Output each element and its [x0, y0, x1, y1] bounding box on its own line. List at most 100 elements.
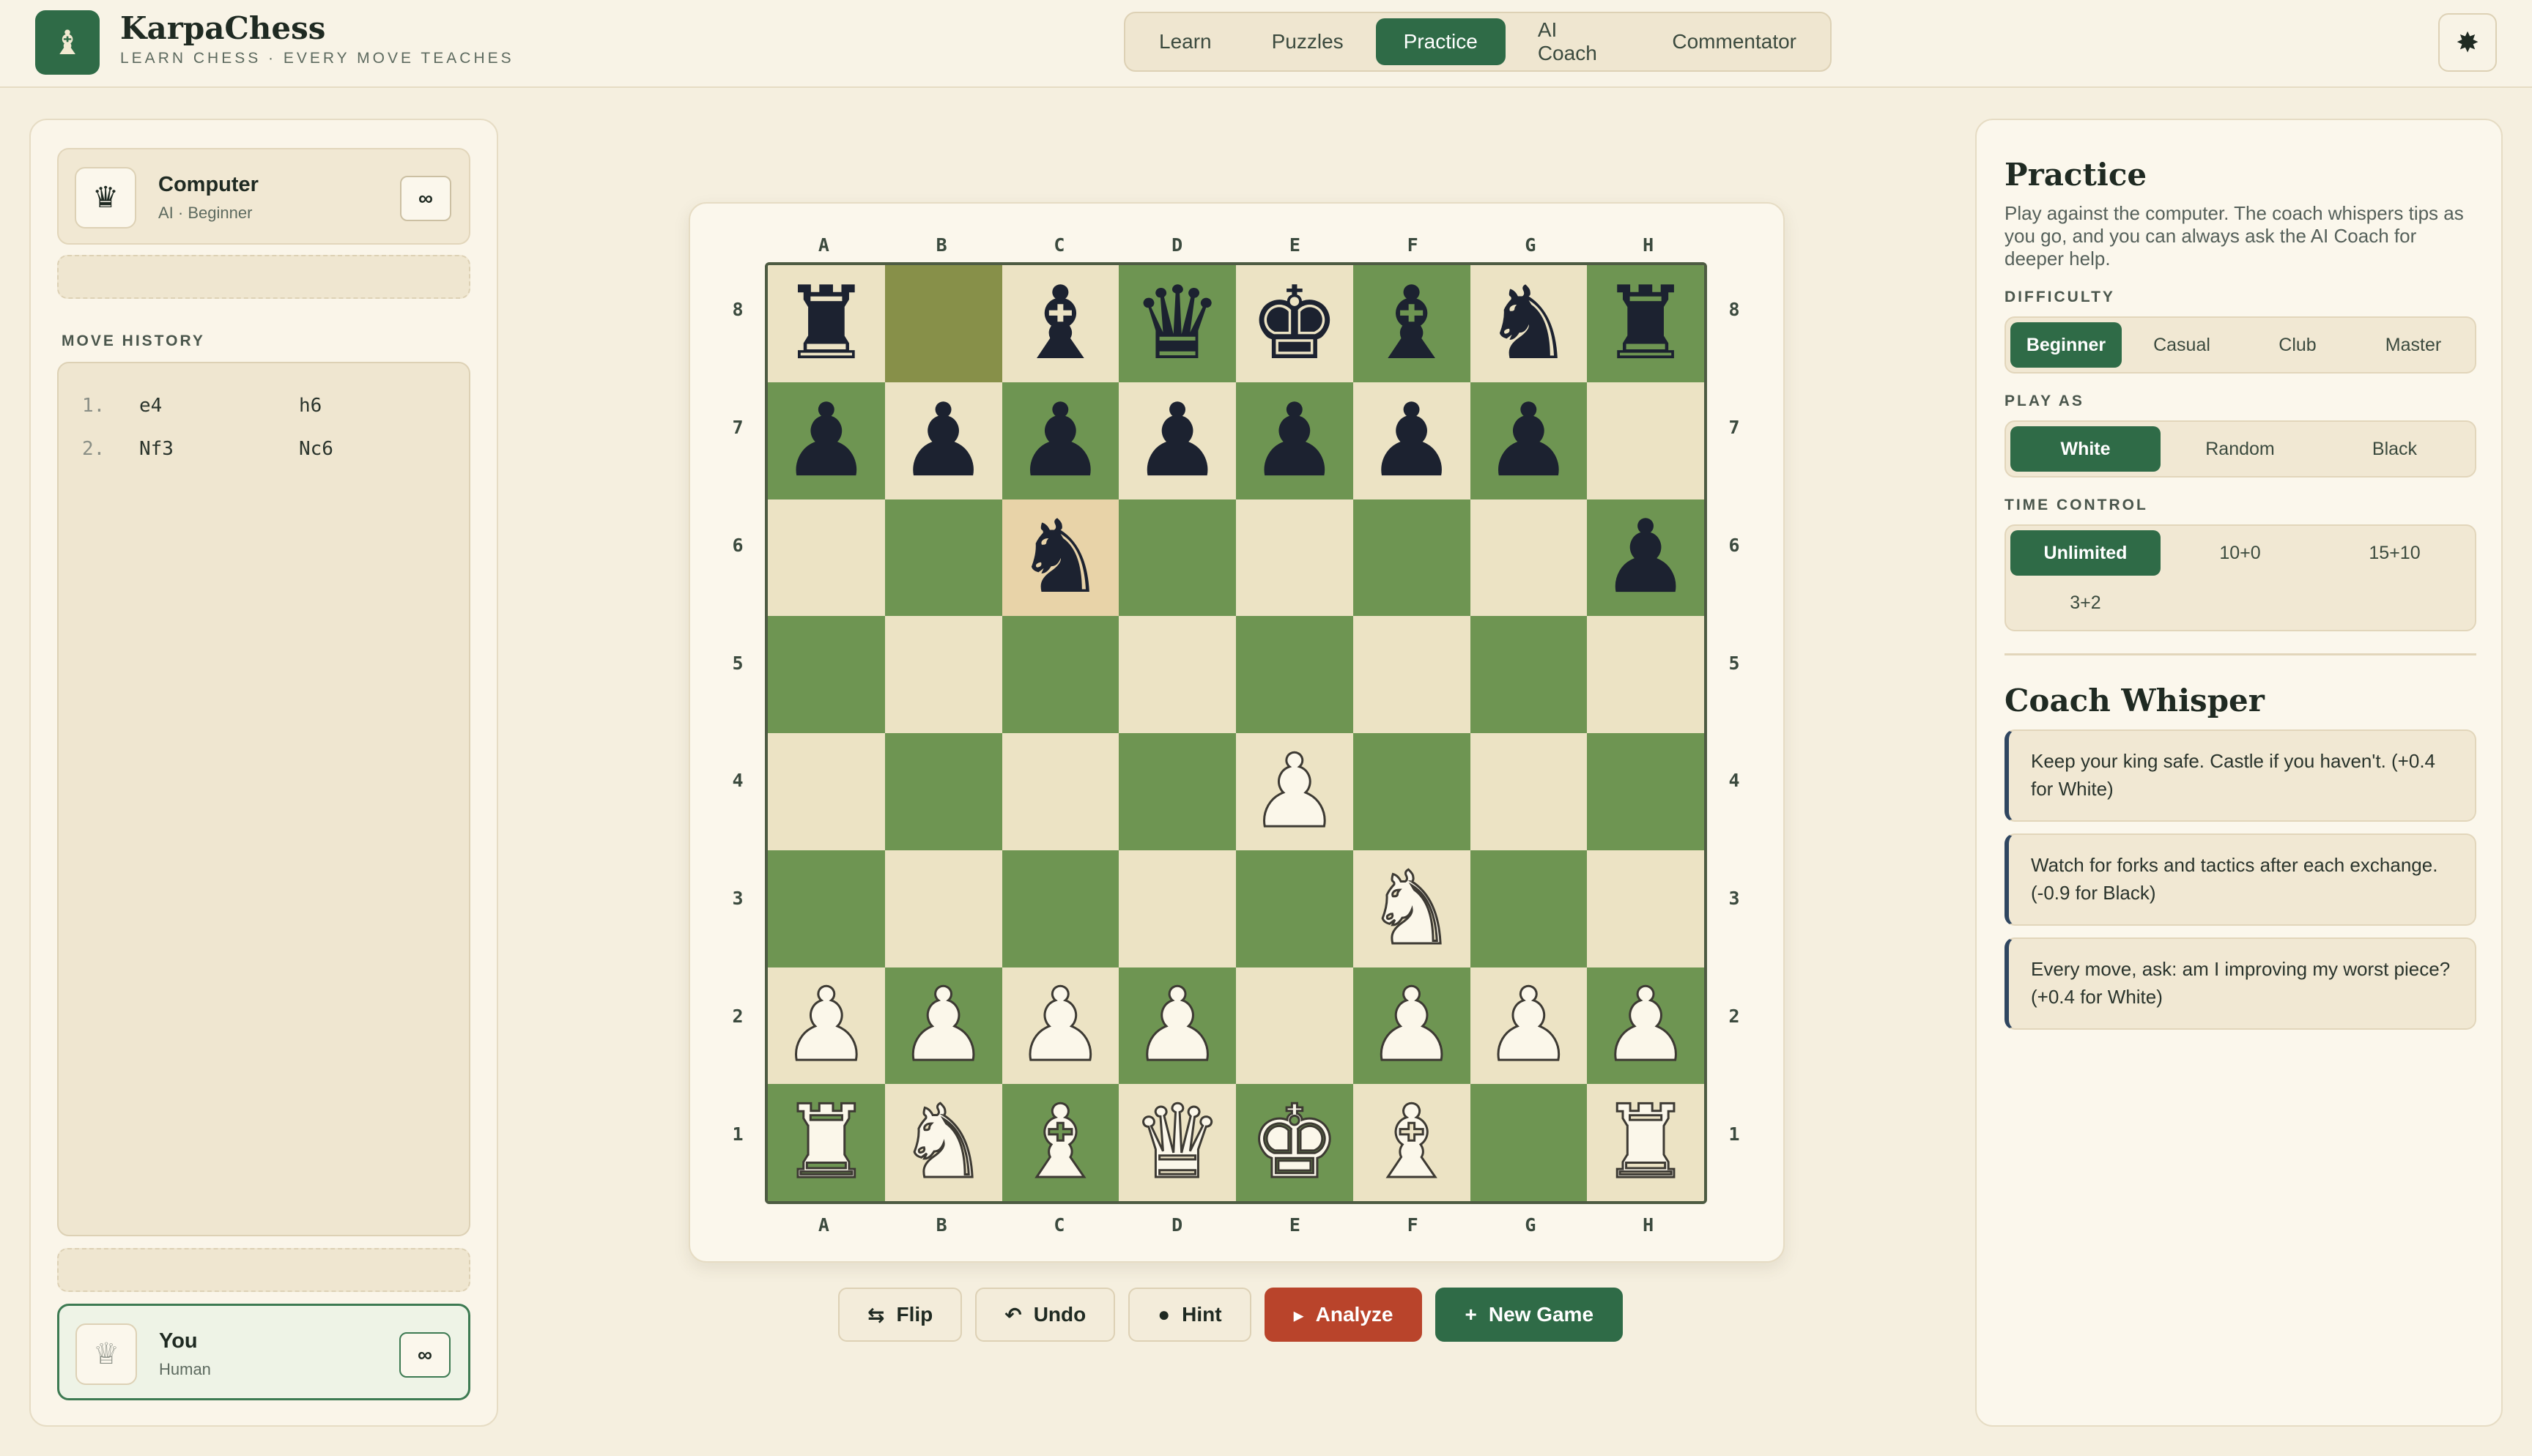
white-pawn-icon[interactable]: ♟: [1599, 974, 1692, 1077]
square-g3[interactable]: [1470, 850, 1588, 967]
square-b7[interactable]: ♟: [884, 382, 1002, 499]
square-d8[interactable]: ♛: [1119, 265, 1236, 382]
square-d4[interactable]: [1119, 733, 1236, 850]
square-c1[interactable]: ♝: [1002, 1084, 1119, 1201]
square-g8[interactable]: ♞: [1470, 265, 1588, 382]
square-f6[interactable]: [1352, 499, 1470, 617]
black-knight-icon[interactable]: ♞: [1015, 507, 1106, 608]
square-f1[interactable]: ♝: [1352, 1084, 1470, 1201]
bishop-logo-icon[interactable]: ♝: [35, 10, 100, 75]
square-f5[interactable]: [1352, 616, 1470, 733]
square-f7[interactable]: ♟: [1352, 382, 1470, 499]
square-e8[interactable]: ♚: [1236, 265, 1353, 382]
square-e2[interactable]: [1236, 967, 1353, 1085]
square-e4[interactable]: ♟: [1236, 733, 1353, 850]
tab-ai-coach[interactable]: AI Coach: [1510, 18, 1640, 65]
square-h4[interactable]: [1587, 733, 1704, 850]
square-c5[interactable]: [1002, 616, 1119, 733]
square-g5[interactable]: [1470, 616, 1588, 733]
square-h5[interactable]: [1587, 616, 1704, 733]
time-10-0[interactable]: 10+0: [2165, 530, 2315, 576]
white-pawn-icon[interactable]: ♟: [897, 974, 990, 1077]
black-move[interactable]: h6: [299, 395, 322, 417]
difficulty-master[interactable]: Master: [2358, 322, 2469, 368]
tab-practice[interactable]: Practice: [1375, 18, 1506, 65]
play-as-white[interactable]: White: [2010, 426, 2161, 472]
move-history-list[interactable]: 1. e4 h6 2. Nf3 Nc6: [57, 362, 470, 1236]
white-rook-icon[interactable]: ♜: [780, 1091, 873, 1195]
play-as-black[interactable]: Black: [2320, 426, 2470, 472]
square-d5[interactable]: [1119, 616, 1236, 733]
square-c2[interactable]: ♟: [1002, 967, 1119, 1085]
play-as-random[interactable]: Random: [2165, 426, 2315, 472]
white-king-icon[interactable]: ♚: [1248, 1091, 1341, 1195]
square-f4[interactable]: [1352, 733, 1470, 850]
time-15-10[interactable]: 15+10: [2320, 530, 2470, 576]
new-game-button[interactable]: + New Game: [1435, 1288, 1624, 1342]
square-h1[interactable]: ♜: [1587, 1084, 1704, 1201]
black-king-icon[interactable]: ♚: [1249, 273, 1340, 374]
square-a8[interactable]: ♜: [768, 265, 885, 382]
white-pawn-icon[interactable]: ♟: [780, 974, 873, 1077]
time-unlimited[interactable]: Unlimited: [2010, 530, 2161, 576]
square-g7[interactable]: ♟: [1470, 382, 1588, 499]
square-a1[interactable]: ♜: [768, 1084, 885, 1201]
black-bishop-icon[interactable]: ♝: [1015, 273, 1106, 374]
white-pawn-icon[interactable]: ♟: [1014, 974, 1107, 1077]
square-c3[interactable]: [1002, 850, 1119, 967]
black-pawn-icon[interactable]: ♟: [1015, 390, 1106, 491]
white-pawn-icon[interactable]: ♟: [1248, 740, 1341, 843]
square-c4[interactable]: [1002, 733, 1119, 850]
white-pawn-icon[interactable]: ♟: [1365, 974, 1458, 1077]
flip-button[interactable]: ⇆ Flip: [838, 1288, 963, 1342]
white-knight-icon[interactable]: ♞: [897, 1091, 990, 1195]
square-h7[interactable]: [1587, 382, 1704, 499]
black-queen-icon[interactable]: ♛: [1132, 273, 1223, 374]
undo-button[interactable]: ↶ Undo: [975, 1288, 1116, 1342]
black-bishop-icon[interactable]: ♝: [1366, 273, 1457, 374]
tab-puzzles[interactable]: Puzzles: [1244, 18, 1372, 65]
square-f3[interactable]: ♞: [1352, 850, 1470, 967]
white-pawn-icon[interactable]: ♟: [1131, 974, 1224, 1077]
move-row[interactable]: 2. Nf3 Nc6: [82, 427, 469, 470]
white-pawn-icon[interactable]: ♟: [1482, 974, 1575, 1077]
square-b5[interactable]: [884, 616, 1002, 733]
square-e3[interactable]: [1236, 850, 1353, 967]
square-c6[interactable]: ♞: [1002, 499, 1119, 617]
square-g2[interactable]: ♟: [1470, 967, 1588, 1085]
black-rook-icon[interactable]: ♜: [781, 273, 872, 374]
square-a4[interactable]: [768, 733, 885, 850]
square-a5[interactable]: [768, 616, 885, 733]
square-h6[interactable]: ♟: [1587, 499, 1704, 617]
square-a7[interactable]: ♟: [768, 382, 885, 499]
black-pawn-icon[interactable]: ♟: [1249, 390, 1340, 491]
chess-board[interactable]: ♜ ♝ ♛ ♚ ♝ ♞ ♜ ♟ ♟ ♟ ♟ ♟ ♟ ♟ ♞ ♟ ♟ ♞ ♟ ♟ ♟ ♟ ♟ ♟ ♟ ♜ ♞ ♝ ♛ ♚ ♝ ♜: [765, 262, 1707, 1204]
black-rook-icon[interactable]: ♜: [1600, 273, 1691, 374]
square-h2[interactable]: ♟: [1587, 967, 1704, 1085]
black-pawn-icon[interactable]: ♟: [898, 390, 989, 491]
square-g6[interactable]: [1470, 499, 1588, 617]
black-pawn-icon[interactable]: ♟: [1484, 390, 1574, 491]
square-e6[interactable]: [1236, 499, 1353, 617]
time-3-2[interactable]: 3+2: [2010, 580, 2161, 625]
black-pawn-icon[interactable]: ♟: [781, 390, 872, 491]
square-g4[interactable]: [1470, 733, 1588, 850]
white-move[interactable]: e4: [139, 395, 299, 417]
tab-learn[interactable]: Learn: [1131, 18, 1240, 65]
square-h3[interactable]: [1587, 850, 1704, 967]
white-rook-icon[interactable]: ♜: [1599, 1091, 1692, 1195]
square-b3[interactable]: [884, 850, 1002, 967]
square-e1[interactable]: ♚: [1236, 1084, 1353, 1201]
white-knight-icon[interactable]: ♞: [1365, 857, 1458, 960]
analyze-button[interactable]: ▸ Analyze: [1264, 1288, 1423, 1342]
move-row[interactable]: 1. e4 h6: [82, 384, 469, 427]
white-queen-icon[interactable]: ♛: [1131, 1091, 1224, 1195]
square-d6[interactable]: [1119, 499, 1236, 617]
square-b6[interactable]: [884, 499, 1002, 617]
square-h8[interactable]: ♜: [1587, 265, 1704, 382]
square-f2[interactable]: ♟: [1352, 967, 1470, 1085]
hint-button[interactable]: ● Hint: [1128, 1288, 1251, 1342]
square-d3[interactable]: [1119, 850, 1236, 967]
square-c8[interactable]: ♝: [1002, 265, 1119, 382]
square-a3[interactable]: [768, 850, 885, 967]
